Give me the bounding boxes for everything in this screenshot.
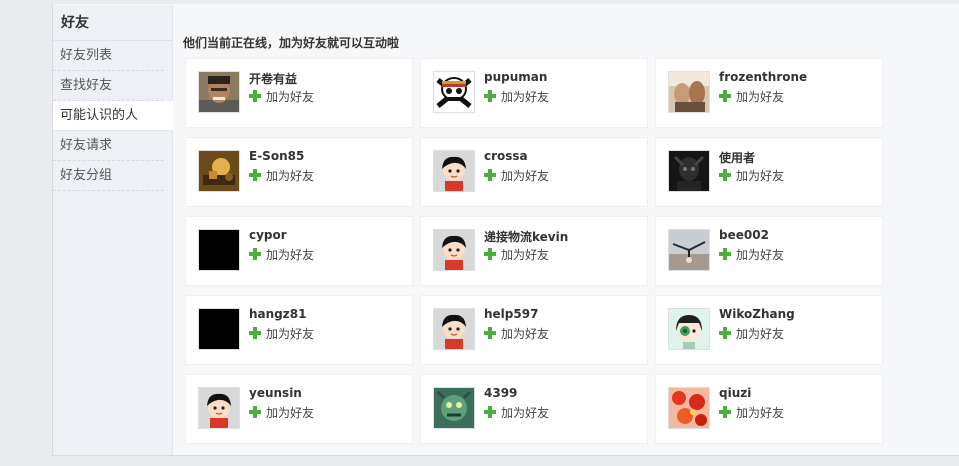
- user-name[interactable]: yeunsin: [249, 386, 302, 400]
- plus-icon: [719, 327, 731, 339]
- user-card-grid: 开卷有益 加为好友 pupuman 加为好友 frozenthrone 加为好友 E-Son…: [185, 58, 885, 444]
- plus-icon: [719, 90, 731, 102]
- user-name[interactable]: 开卷有益: [249, 70, 297, 87]
- user-card: hangz81 加为好友: [185, 295, 413, 365]
- user-card: bee002 加为好友: [655, 216, 883, 286]
- user-name[interactable]: 递接物流kevin: [484, 228, 568, 245]
- user-card: 递接物流kevin 加为好友: [420, 216, 648, 286]
- plus-icon: [719, 248, 731, 260]
- section-heading: 他们当前正在线，加为好友就可以互动啦: [183, 36, 400, 50]
- user-name[interactable]: crossa: [484, 149, 528, 163]
- black-square-avatar[interactable]: [198, 229, 240, 271]
- user-name[interactable]: E-Son85: [249, 149, 304, 163]
- plus-icon: [484, 406, 496, 418]
- add-friend-button[interactable]: 加为好友: [719, 404, 784, 420]
- user-card: 开卷有益加为好友: [185, 58, 413, 128]
- anime-girl-avatar[interactable]: [668, 308, 710, 350]
- green-monster-avatar[interactable]: [433, 387, 475, 429]
- user-name[interactable]: cypor: [249, 228, 287, 242]
- user-name[interactable]: hangz81: [249, 307, 306, 321]
- add-friend-label: 加为好友: [266, 89, 315, 104]
- add-friend-button[interactable]: 加为好友: [249, 246, 314, 262]
- photo-people-avatar[interactable]: [668, 71, 710, 113]
- default-cartoon-avatar[interactable]: [433, 308, 475, 350]
- sidebar-item-people-you-may-know[interactable]: 可能认识的人: [53, 101, 173, 131]
- add-friend-button[interactable]: 加为好友: [249, 167, 314, 183]
- plus-icon: [249, 327, 261, 339]
- dark-figure-avatar[interactable]: [668, 150, 710, 192]
- add-friend-button[interactable]: 加为好友: [484, 246, 549, 262]
- user-card: qiuzi 加为好友: [655, 374, 883, 444]
- add-friend-button[interactable]: 加为好友: [484, 88, 549, 104]
- user-name[interactable]: qiuzi: [719, 386, 751, 400]
- plus-icon: [484, 248, 496, 260]
- add-friend-button[interactable]: 加为好友: [249, 325, 314, 341]
- add-friend-button[interactable]: 加为好友: [484, 325, 549, 341]
- user-card: crossa 加为好友: [420, 137, 648, 207]
- user-card: cypor 加为好友: [185, 216, 413, 286]
- add-friend-label: 加为好友: [501, 247, 550, 262]
- plus-icon: [719, 169, 731, 181]
- default-cartoon-avatar[interactable]: [433, 229, 475, 271]
- add-friend-button[interactable]: 加为好友: [719, 325, 784, 341]
- plus-icon: [484, 327, 496, 339]
- user-name[interactable]: bee002: [719, 228, 769, 242]
- add-friend-button[interactable]: 加为好友: [719, 88, 784, 104]
- add-friend-label: 加为好友: [266, 405, 315, 420]
- photo-man-avatar[interactable]: [198, 71, 240, 113]
- add-friend-label: 加为好友: [501, 168, 550, 183]
- add-friend-label: 加为好友: [736, 168, 785, 183]
- sidebar-title: 好友: [53, 5, 172, 41]
- plus-icon: [484, 169, 496, 181]
- user-name[interactable]: frozenthrone: [719, 70, 807, 84]
- add-friend-button[interactable]: 加为好友: [484, 167, 549, 183]
- user-card: pupuman 加为好友: [420, 58, 648, 128]
- plus-icon: [249, 90, 261, 102]
- user-card: yeunsin 加为好友: [185, 374, 413, 444]
- user-name[interactable]: WikoZhang: [719, 307, 795, 321]
- user-card: help597 加为好友: [420, 295, 648, 365]
- plus-icon: [249, 169, 261, 181]
- plus-icon: [249, 248, 261, 260]
- user-name[interactable]: 使用者: [719, 149, 755, 166]
- user-card: frozenthrone 加为好友: [655, 58, 883, 128]
- red-flowers-avatar[interactable]: [668, 387, 710, 429]
- user-card: E-Son85 加为好友: [185, 137, 413, 207]
- plus-icon: [719, 406, 731, 418]
- user-card: 4399 加为好友: [420, 374, 648, 444]
- skull-pirate-avatar[interactable]: [433, 71, 475, 113]
- user-name[interactable]: help597: [484, 307, 538, 321]
- add-friend-label: 加为好友: [736, 89, 785, 104]
- user-name[interactable]: pupuman: [484, 70, 547, 84]
- add-friend-label: 加为好友: [266, 247, 315, 262]
- plus-icon: [249, 406, 261, 418]
- plus-icon: [484, 90, 496, 102]
- add-friend-label: 加为好友: [501, 405, 550, 420]
- sidebar: 好友 好友列表 查找好友 可能认识的人 好友请求 好友分组: [53, 5, 173, 455]
- sidebar-item-find-friends[interactable]: 查找好友: [53, 71, 164, 101]
- sidebar-item-friend-list[interactable]: 好友列表: [53, 41, 164, 71]
- photo-golden-scene-avatar[interactable]: [198, 150, 240, 192]
- user-name[interactable]: 4399: [484, 386, 517, 400]
- add-friend-label: 加为好友: [501, 89, 550, 104]
- add-friend-label: 加为好友: [266, 326, 315, 341]
- add-friend-button[interactable]: 加为好友: [719, 167, 784, 183]
- add-friend-label: 加为好友: [736, 247, 785, 262]
- add-friend-button[interactable]: 加为好友: [484, 404, 549, 420]
- default-cartoon-avatar[interactable]: [198, 387, 240, 429]
- add-friend-label: 加为好友: [736, 326, 785, 341]
- user-card: 使用者加为好友: [655, 137, 883, 207]
- add-friend-button[interactable]: 加为好友: [249, 88, 314, 104]
- sidebar-item-friend-groups[interactable]: 好友分组: [53, 161, 164, 191]
- black-square-avatar[interactable]: [198, 308, 240, 350]
- add-friend-label: 加为好友: [266, 168, 315, 183]
- add-friend-button[interactable]: 加为好友: [719, 246, 784, 262]
- add-friend-label: 加为好友: [736, 405, 785, 420]
- default-cartoon-avatar[interactable]: [433, 150, 475, 192]
- add-friend-label: 加为好友: [501, 326, 550, 341]
- add-friend-button[interactable]: 加为好友: [249, 404, 314, 420]
- photo-landscape-avatar[interactable]: [668, 229, 710, 271]
- user-card: WikoZhang 加为好友: [655, 295, 883, 365]
- sidebar-item-friend-requests[interactable]: 好友请求: [53, 131, 164, 161]
